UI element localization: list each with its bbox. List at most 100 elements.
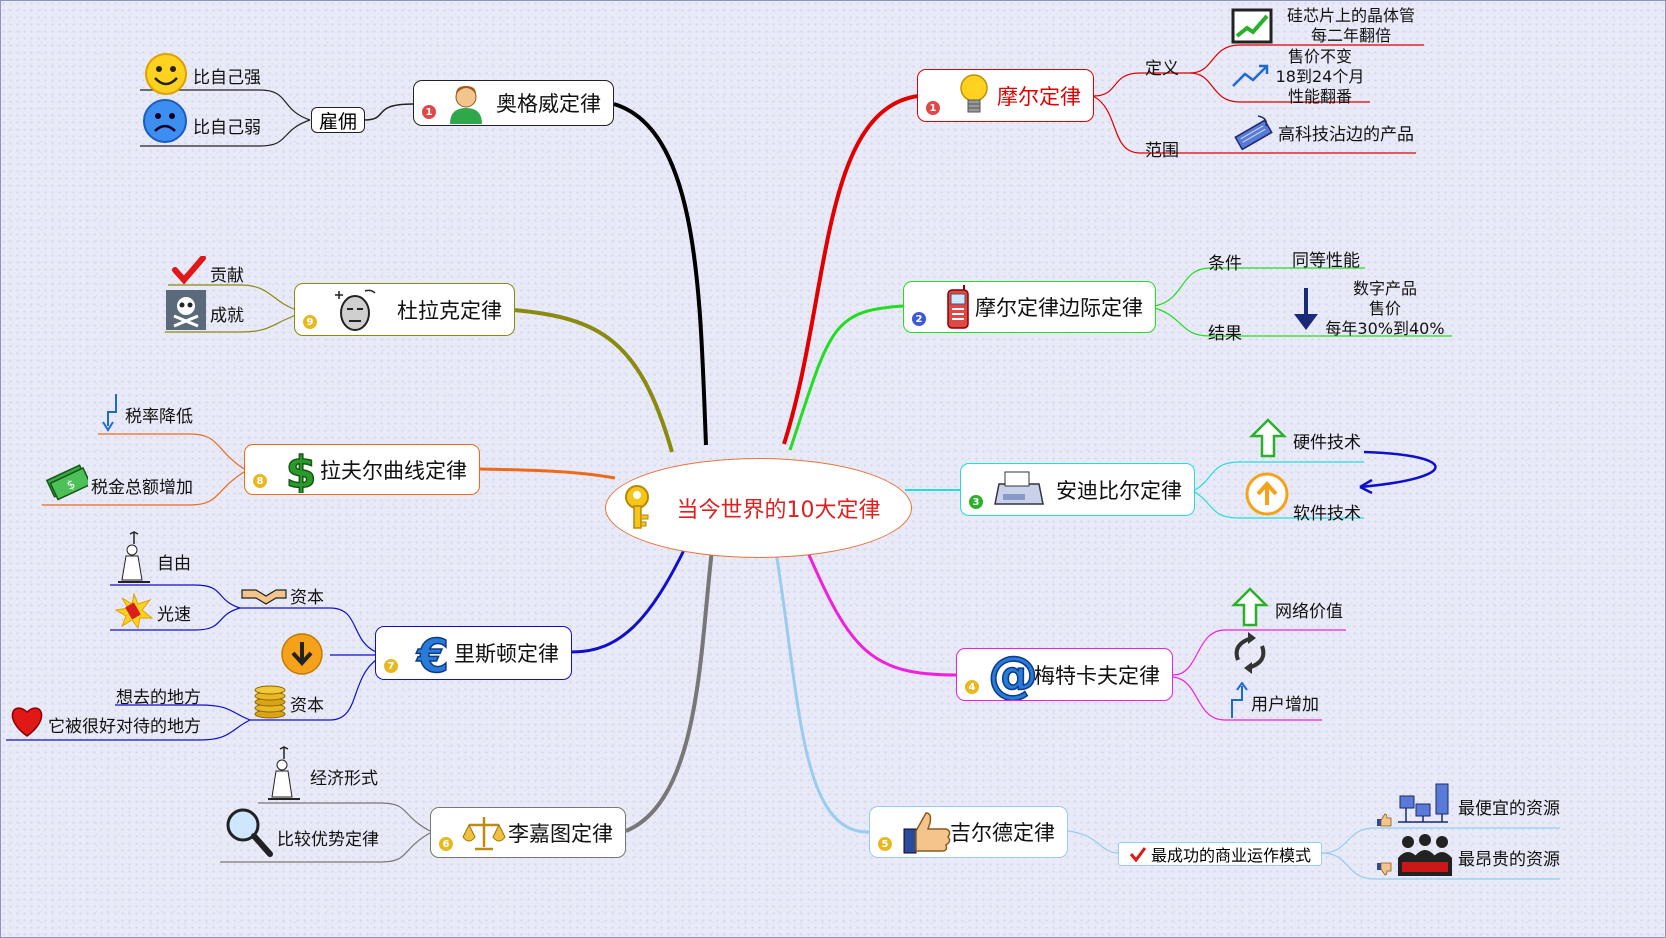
software-label: 软件技术: [1293, 504, 1361, 524]
condition-label: 条件: [1208, 254, 1242, 274]
law-node-moore[interactable]: 1 摩尔定律: [917, 69, 1094, 122]
law-label: 安迪比尔定律: [1056, 478, 1182, 503]
statue-liberty-icon: [268, 746, 300, 800]
lightspeed-label: 光速: [157, 605, 191, 625]
lightbulb-icon: [960, 74, 988, 113]
key-icon: [625, 485, 649, 529]
computer-network-icon: [1398, 783, 1449, 823]
treated-label: 它被很好对待的地方: [48, 717, 201, 737]
growth-chart-icon: [1231, 8, 1273, 44]
arrow-down-step-icon: [102, 394, 117, 432]
scales-icon: [462, 817, 506, 851]
priority-8-badge: 8: [253, 474, 267, 488]
smiley-sad-icon: [143, 99, 187, 143]
law-node-metcalfe[interactable]: 4 @ 梅特卡夫定律: [956, 648, 1173, 701]
dollar-icon: $: [285, 447, 317, 493]
at-sign-icon: @: [987, 650, 1039, 700]
heart-icon: [11, 707, 43, 737]
person-icon: [450, 86, 482, 124]
economy-label: 经济形式: [310, 769, 378, 789]
center-topic[interactable]: 当今世界的10大定律: [605, 458, 912, 558]
checkmark-icon: [1129, 847, 1147, 862]
money-stack-icon: $: [46, 464, 88, 501]
result-line1: 数字产品: [1352, 279, 1417, 298]
priority-9-badge: 9: [303, 315, 317, 329]
magnifier-icon: [226, 808, 273, 857]
up-arrow-outline-icon: [1248, 418, 1288, 458]
law-node-andy-bill[interactable]: 3 安迪比尔定律: [960, 463, 1195, 516]
law-label: 杜拉克定律: [397, 298, 502, 323]
same-perf-label: 同等性能: [1292, 251, 1360, 271]
svg-text:€: €: [416, 630, 449, 678]
business-model-node[interactable]: 最成功的商业运作模式: [1118, 842, 1322, 866]
priority-7-badge: 7: [384, 659, 398, 673]
chip-line1: 硅芯片上的晶体管: [1286, 6, 1415, 25]
mobile-phone-icon: [947, 285, 969, 329]
center-title: 当今世界的10大定律: [676, 498, 881, 523]
result-line2: 售价: [1368, 299, 1401, 318]
law-label: 拉夫尔曲线定律: [320, 458, 467, 483]
arrow-up-step-icon: [1231, 682, 1248, 718]
law-node-gilder[interactable]: 5 吉尔德定律: [869, 806, 1068, 858]
euro-icon: €: [415, 630, 450, 678]
law-node-ricardo[interactable]: 6 李嘉图定律: [430, 807, 626, 858]
weaker-label: 比自己弱: [193, 118, 261, 138]
mind-map-canvas: 当今世界的10大定律 1 奥格威定律 雇佣 比自己强 比自己弱 9 杜拉克定律 …: [0, 0, 1666, 938]
hitech-label: 高科技沾边的产品: [1278, 125, 1414, 145]
skull-icon: [166, 290, 206, 330]
down-arrow-icon: [1294, 288, 1318, 330]
want-go-label: 想去的地方: [116, 688, 201, 708]
trend-up-icon: [1232, 64, 1269, 87]
law-label: 摩尔定律: [997, 84, 1081, 109]
law-node-laffer[interactable]: 8 $ 拉夫尔曲线定律: [244, 444, 480, 495]
hardware-label: 硬件技术: [1293, 433, 1361, 453]
hire-node[interactable]: 雇佣: [311, 107, 365, 133]
chip-desc: 硅芯片上的晶体管 每二年翻倍: [1281, 6, 1421, 46]
result-label: 结果: [1208, 324, 1242, 344]
checkmark-icon: [172, 256, 206, 284]
priority-6-badge: 6: [439, 837, 453, 851]
priority-5-badge: 5: [878, 837, 892, 851]
law-node-moore-marginal[interactable]: 2 摩尔定律边际定律: [903, 281, 1156, 333]
tax-total-label: 税金总额增加: [91, 478, 193, 498]
price-desc: 售价不变 18到24个月 性能翻番: [1270, 47, 1370, 107]
definition-label: 定义: [1145, 59, 1179, 79]
scope-label: 范围: [1145, 141, 1179, 161]
stronger-label: 比自己强: [193, 68, 261, 88]
thumbs-up-icon: [903, 812, 951, 854]
law-node-drucker[interactable]: 9 杜拉克定律: [294, 283, 515, 336]
law-label: 吉尔德定律: [950, 821, 1055, 845]
law-node-riston[interactable]: 7 € 里斯顿定律: [375, 626, 572, 680]
keyboard-icon: [1234, 115, 1273, 150]
up-arrow-circle-icon: [1245, 472, 1289, 516]
statue-liberty-icon: [118, 531, 150, 583]
up-arrow-outline-icon: [1230, 587, 1270, 627]
handshake-icon: [241, 589, 287, 605]
capital1-label: 资本: [290, 588, 324, 608]
price-line2: 18到24个月: [1275, 67, 1365, 86]
expensive-label: 最昂贵的资源: [1458, 850, 1560, 870]
law-label: 摩尔定律边际定律: [975, 296, 1143, 320]
priority-3-badge: 3: [969, 495, 983, 509]
explosion-icon: [114, 592, 154, 630]
face-thinking-icon: [335, 289, 376, 331]
business-model-label: 最成功的商业运作模式: [1150, 846, 1311, 865]
tax-rate-label: 税率降低: [125, 407, 193, 427]
law-label: 奥格威定律: [496, 92, 601, 116]
refresh-arrows-icon: [1234, 632, 1266, 674]
chip-line2: 每二年翻倍: [1310, 26, 1391, 45]
smiley-happy-icon: [145, 53, 187, 95]
priority-2-badge: 2: [912, 312, 926, 326]
law-node-aogewei[interactable]: 1 奥格威定律: [413, 80, 614, 126]
coins-icon: [254, 685, 286, 719]
small-thumbs-up-icon: [1377, 813, 1392, 827]
law-label: 里斯顿定律: [454, 642, 559, 666]
down-arrow-circle-icon: [281, 633, 323, 675]
people-group-icon: [1398, 834, 1452, 876]
fax-machine-icon: [994, 471, 1044, 505]
contribution-label: 贡献: [210, 266, 244, 286]
law-label: 李嘉图定律: [508, 821, 613, 846]
result-line3: 每年30%到40%: [1325, 319, 1445, 338]
capital2-label: 资本: [290, 696, 324, 716]
comparative-label: 比较优势定律: [277, 830, 379, 850]
